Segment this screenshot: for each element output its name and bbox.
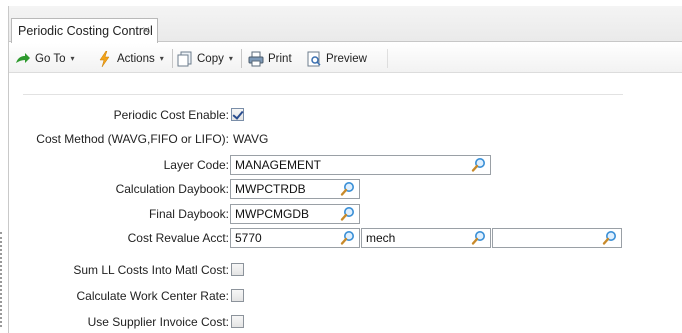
section-divider — [23, 94, 623, 95]
cost-revalue-acct-field-2[interactable]: mech — [361, 228, 491, 248]
cost-revalue-acct-label: Cost Revalue Acct: — [127, 231, 229, 245]
calculation-daybook-value: MWPCTRDB — [235, 182, 306, 196]
cost-revalue-acct-value-2: mech — [366, 231, 396, 245]
goto-button[interactable]: Go To ▾ — [15, 50, 75, 67]
use-supplier-invoice-cost-label: Use Supplier Invoice Cost: — [87, 315, 229, 329]
green-arrow-icon — [15, 51, 31, 67]
magnifier-icon[interactable] — [340, 230, 356, 249]
periodic-cost-enable-checkbox[interactable] — [231, 108, 244, 121]
layer-code-value: MANAGEMENT — [235, 158, 322, 172]
actions-label: Actions — [117, 52, 155, 65]
final-daybook-value: MWPCMGDB — [235, 207, 309, 221]
lightning-icon — [97, 50, 113, 67]
magnifier-icon[interactable] — [340, 181, 356, 200]
sum-ll-costs-checkbox[interactable] — [231, 263, 244, 276]
use-supplier-invoice-cost-checkbox[interactable] — [231, 315, 244, 328]
preview-label: Preview — [326, 52, 367, 65]
chevron-down-icon: ▾ — [159, 54, 164, 63]
final-daybook-field[interactable]: MWPCMGDB — [230, 204, 360, 224]
splitter-handle[interactable] — [0, 232, 4, 327]
window-frame: Periodic Costing Control × Go To ▾ Actio… — [8, 6, 682, 333]
cost-method-value: WAVG — [233, 132, 269, 146]
tab-title: Periodic Costing Control — [18, 24, 153, 38]
goto-label: Go To — [35, 52, 66, 65]
cost-revalue-acct-value-1: 5770 — [235, 231, 262, 245]
chevron-down-icon: ▾ — [70, 54, 75, 63]
cost-method-label: Cost Method (WAVG,FIFO or LIFO): — [36, 132, 229, 146]
magnifier-icon[interactable] — [602, 230, 618, 249]
cost-revalue-acct-field-3[interactable] — [492, 228, 622, 248]
printer-icon — [248, 51, 264, 67]
magnifier-icon[interactable] — [340, 206, 356, 225]
toolbar: Go To ▾ Actions ▾ Copy ▾ Print Preview — [9, 43, 682, 73]
print-label: Print — [268, 52, 292, 65]
tab-close-icon[interactable]: × — [142, 22, 150, 38]
cost-revalue-acct-field-1[interactable]: 5770 — [230, 228, 360, 248]
final-daybook-label: Final Daybook: — [148, 207, 229, 221]
sum-ll-costs-label: Sum LL Costs Into Matl Cost: — [73, 263, 229, 277]
magnifier-icon[interactable] — [471, 230, 487, 249]
form-panel: Periodic Cost Enable: Cost Method (WAVG,… — [9, 74, 682, 333]
chevron-down-icon: ▾ — [228, 54, 233, 63]
layer-code-field[interactable]: MANAGEMENT — [230, 155, 491, 175]
copy-icon — [177, 51, 193, 67]
calculation-daybook-field[interactable]: MWPCTRDB — [230, 179, 360, 199]
actions-button[interactable]: Actions ▾ — [97, 50, 164, 67]
toolbar-separator — [241, 49, 242, 68]
toolbar-separator — [387, 49, 388, 68]
toolbar-separator — [172, 49, 173, 68]
tab-periodic-costing-control[interactable]: Periodic Costing Control × — [11, 18, 158, 43]
preview-icon — [306, 51, 322, 67]
copy-label: Copy — [197, 52, 224, 65]
calc-work-center-rate-checkbox[interactable] — [231, 289, 244, 302]
print-button[interactable]: Print — [248, 50, 292, 67]
magnifier-icon[interactable] — [471, 157, 487, 176]
calc-work-center-rate-label: Calculate Work Center Rate: — [76, 289, 229, 303]
preview-button[interactable]: Preview — [306, 50, 367, 67]
layer-code-label: Layer Code: — [163, 158, 229, 172]
calculation-daybook-label: Calculation Daybook: — [115, 182, 229, 196]
tab-strip: Periodic Costing Control × — [9, 6, 682, 43]
periodic-cost-enable-label: Periodic Cost Enable: — [113, 108, 229, 122]
copy-button[interactable]: Copy ▾ — [177, 50, 233, 67]
